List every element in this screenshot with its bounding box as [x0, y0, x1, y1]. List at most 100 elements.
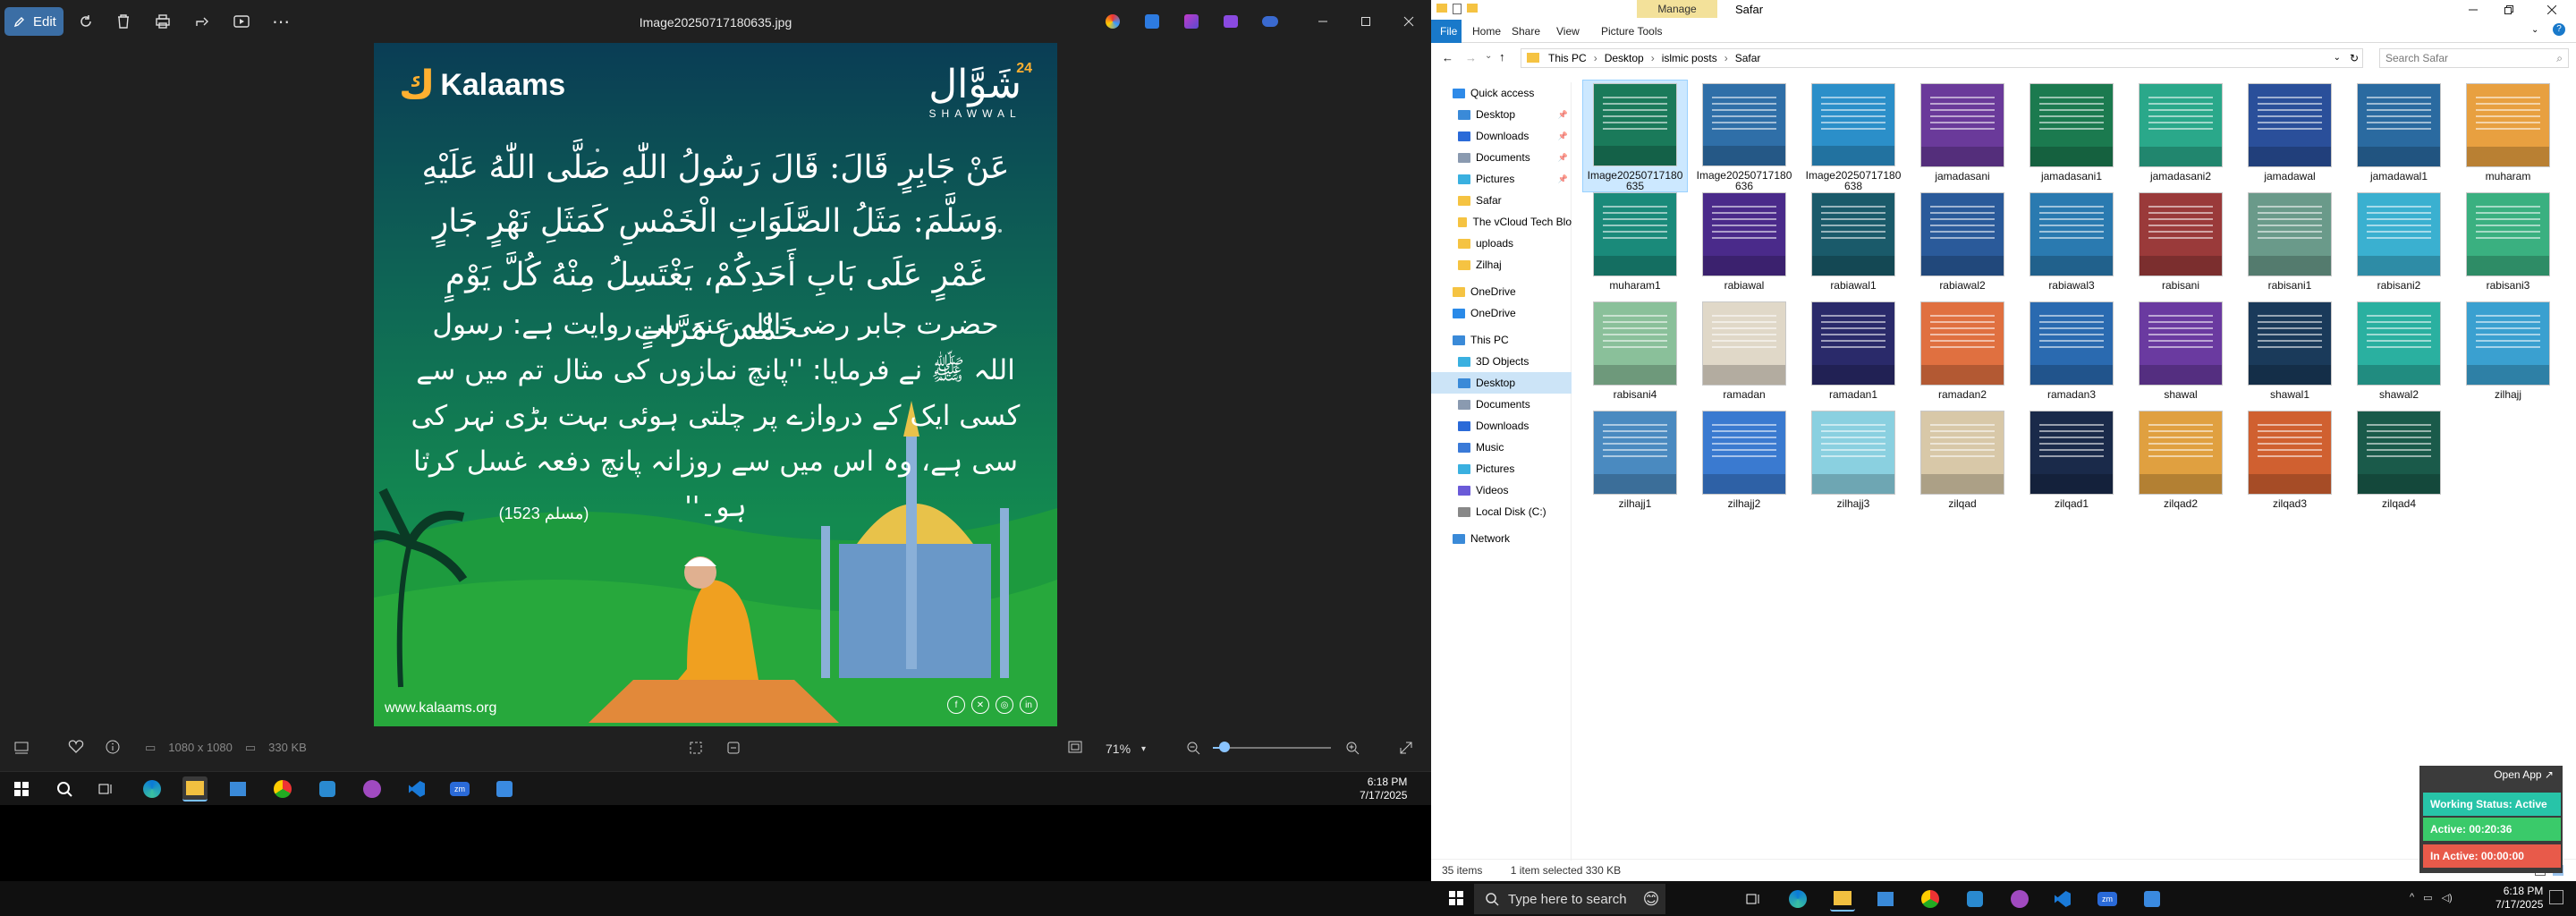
zoom-app-icon[interactable]: zm [447, 776, 472, 802]
nav-item[interactable]: 3D Objects [1431, 351, 1572, 372]
edge-icon[interactable] [1785, 886, 1810, 912]
file-thumbnail[interactable]: rabiawal1 [1801, 190, 1905, 301]
minimize-icon[interactable] [1302, 1, 1343, 42]
file-explorer-icon[interactable] [1830, 886, 1855, 912]
volume-icon[interactable]: ◁) [2442, 892, 2453, 903]
nav-item[interactable]: Pictures 📌 [1431, 168, 1572, 190]
nav-item[interactable]: Documents 📌 [1431, 147, 1572, 168]
chevron-up-icon[interactable]: ^ [2410, 892, 2414, 903]
file-thumbnail[interactable]: jamadawal [2238, 81, 2342, 191]
file-thumbnail[interactable]: zilqad2 [2129, 408, 2233, 519]
address-bar[interactable]: This PC › Desktop › islmic posts › Safar ⌄ ↻ [1521, 48, 2363, 68]
tab-share[interactable]: Share [1503, 20, 1549, 43]
app-icon-3[interactable] [1174, 4, 1209, 39]
file-thumbnail[interactable]: shawal1 [2238, 299, 2342, 410]
recent-chevron-icon[interactable]: ⌄ [1485, 51, 1492, 61]
slideshow-icon[interactable] [224, 4, 259, 39]
nav-item[interactable]: Quick access [1431, 82, 1572, 104]
chevron-down-icon[interactable]: ⌄ [2334, 49, 2341, 67]
restore-icon[interactable] [2496, 0, 2522, 20]
rotate-icon[interactable] [68, 4, 104, 39]
github-icon[interactable] [2007, 886, 2032, 912]
tab-file[interactable]: File [1431, 20, 1462, 43]
new-folder-icon[interactable] [1467, 4, 1478, 13]
zoom-out-icon[interactable] [1186, 741, 1200, 755]
file-thumbnail[interactable]: rabiawal2 [1911, 190, 2014, 301]
zoom-select[interactable]: 71% ▾ [1106, 739, 1166, 759]
file-thumbnail[interactable]: shawal [2129, 299, 2233, 410]
minimize-icon[interactable] [2460, 0, 2487, 20]
crop-icon[interactable] [689, 741, 703, 755]
close-icon[interactable] [1388, 1, 1429, 42]
vscode-icon[interactable] [404, 776, 429, 802]
file-thumbnail[interactable]: rabisani4 [1583, 299, 1687, 410]
nav-item[interactable]: Downloads [1431, 415, 1572, 437]
app-icon-4[interactable] [1213, 4, 1249, 39]
file-thumbnail[interactable]: Image20250717180635 [1582, 80, 1688, 192]
task-view-icon[interactable] [1741, 886, 1766, 912]
info-icon[interactable] [106, 740, 120, 754]
nav-item[interactable]: Documents [1431, 394, 1572, 415]
open-app-button[interactable]: Open App ↗ [2419, 766, 2563, 784]
breadcrumb-item[interactable]: Safar [1735, 49, 1761, 67]
breadcrumb-item[interactable]: islmic posts [1662, 49, 1717, 67]
nav-item[interactable]: Local Disk (C:) [1431, 501, 1572, 522]
nav-item[interactable]: Music [1431, 437, 1572, 458]
print-icon[interactable] [145, 4, 181, 39]
file-thumbnail[interactable]: zilhajj2 [1692, 408, 1796, 519]
nav-item[interactable]: Safar [1431, 190, 1572, 211]
file-explorer-icon[interactable] [182, 776, 208, 802]
forward-icon[interactable]: → [1465, 51, 1477, 64]
app-icon-6[interactable] [1962, 886, 1987, 912]
close-icon[interactable] [2538, 0, 2565, 20]
nav-item[interactable]: This PC [1431, 329, 1572, 351]
clock[interactable]: 6:18 PM 7/17/2025 [2496, 885, 2543, 912]
edge-icon[interactable] [140, 776, 165, 802]
nav-item[interactable]: The vCloud Tech Blo [1431, 211, 1572, 233]
share-icon[interactable] [184, 4, 220, 39]
file-thumbnail[interactable]: rabiawal [1692, 190, 1796, 301]
file-thumbnail[interactable]: zilhajj [2456, 299, 2560, 410]
vscode-icon[interactable] [2050, 886, 2075, 912]
app-icon-7[interactable] [492, 776, 517, 802]
nav-item[interactable]: Zilhaj [1431, 254, 1572, 276]
github-icon[interactable] [360, 776, 385, 802]
nav-item[interactable]: Network [1431, 528, 1572, 549]
search-input[interactable]: Search Safar ⌕ [2379, 48, 2569, 68]
app-icon-2[interactable] [1134, 4, 1170, 39]
network-icon[interactable]: ▭ [2423, 892, 2432, 903]
properties-icon[interactable] [1453, 4, 1462, 14]
file-thumbnail[interactable]: Image20250717180636 [1692, 81, 1796, 191]
file-thumbnail[interactable]: rabiawal3 [2020, 190, 2123, 301]
file-thumbnail[interactable]: muharam [2456, 81, 2560, 191]
help-icon[interactable]: ? [2553, 23, 2565, 36]
file-thumbnail[interactable]: zilqad3 [2238, 408, 2342, 519]
filmstrip-icon[interactable] [14, 742, 29, 754]
nav-item[interactable]: Desktop 📌 [1431, 104, 1572, 125]
start-icon[interactable] [1444, 886, 1469, 911]
file-thumbnail[interactable]: jamadasani [1911, 81, 2014, 191]
tab-view[interactable]: View [1547, 20, 1589, 43]
fullscreen-icon[interactable] [1399, 741, 1413, 755]
back-icon[interactable]: ← [1442, 51, 1453, 64]
tab-picture-tools[interactable]: Picture Tools [1592, 20, 1671, 43]
file-thumbnail[interactable]: jamadasani1 [2020, 81, 2123, 191]
file-thumbnail[interactable]: rabisani3 [2456, 190, 2560, 301]
zoom-slider-thumb[interactable] [1219, 742, 1231, 752]
file-thumbnail[interactable]: rabisani2 [2347, 190, 2451, 301]
chevron-down-icon[interactable]: ⌄ [2531, 25, 2538, 35]
store-icon[interactable] [225, 776, 250, 802]
file-thumbnail[interactable]: ramadan [1692, 299, 1796, 410]
nav-item[interactable]: OneDrive [1431, 302, 1572, 324]
app-icon-1[interactable] [1095, 4, 1131, 39]
edit-button[interactable]: Edit [4, 7, 64, 36]
app-icon-6[interactable] [315, 776, 340, 802]
task-view-icon[interactable] [93, 776, 118, 802]
file-thumbnail[interactable]: zilhajj1 [1583, 408, 1687, 519]
notifications-icon[interactable] [2549, 890, 2563, 904]
file-thumbnail[interactable]: zilqad [1911, 408, 2014, 519]
chrome-icon[interactable] [270, 776, 295, 802]
file-thumbnail[interactable]: rabisani [2129, 190, 2233, 301]
file-thumbnail[interactable]: ramadan3 [2020, 299, 2123, 410]
file-thumbnail[interactable]: ramadan1 [1801, 299, 1905, 410]
